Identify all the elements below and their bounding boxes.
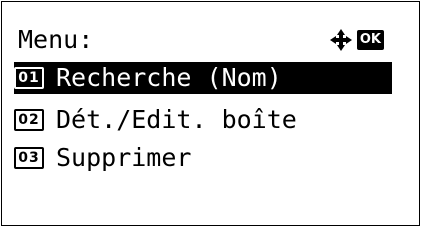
screen-title-text: Menu: (18, 25, 94, 54)
menu-item-det-edit-boite[interactable]: 02 Dét./Edit. boîte (14, 104, 297, 136)
nav-indicator: OK (329, 27, 384, 53)
menu-item-label: Recherche (Nom) (56, 63, 282, 92)
menu-item-number: 02 (14, 109, 44, 131)
four-way-arrow-icon (329, 28, 353, 52)
menu-item-label: Dét./Edit. boîte (56, 105, 297, 134)
lcd-screen: Menu: OK 01 Recherche (Nom) 02 Dét./Edit… (1, 1, 420, 226)
menu-item-label: Supprimer (56, 143, 192, 172)
menu-item-supprimer[interactable]: 03 Supprimer (14, 142, 191, 174)
menu-item-number: 01 (14, 67, 44, 89)
ok-key-icon: OK (356, 30, 384, 50)
menu-item-number: 03 (14, 147, 44, 169)
menu-item-recherche-nom[interactable]: 01 Recherche (Nom) (14, 62, 392, 94)
